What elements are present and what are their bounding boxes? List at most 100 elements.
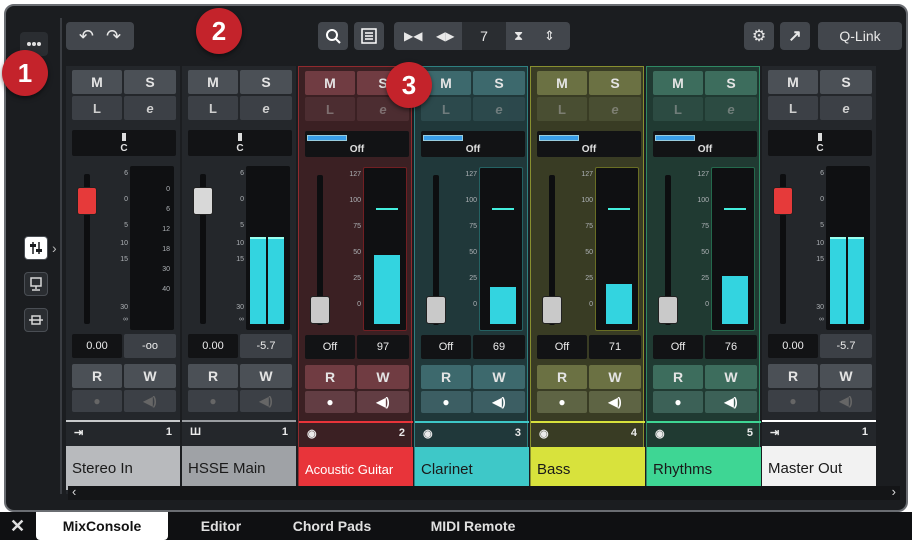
meter-value[interactable]: 69 xyxy=(473,335,525,359)
monitor-button[interactable]: ◀) xyxy=(357,391,409,413)
read-automation-button[interactable]: R xyxy=(768,364,818,388)
read-automation-button[interactable]: R xyxy=(537,365,587,389)
mute-button[interactable]: M xyxy=(188,70,238,94)
faders-icon[interactable] xyxy=(24,236,48,260)
solo-button[interactable]: S xyxy=(124,70,176,94)
solo-button[interactable]: S xyxy=(820,70,872,94)
tab-chord-pads[interactable]: Chord Pads xyxy=(272,512,392,540)
undo-icon[interactable]: ↶ xyxy=(79,26,94,47)
routing-icon[interactable] xyxy=(24,308,48,332)
channel-name[interactable]: Master Out xyxy=(762,446,876,490)
read-automation-button[interactable]: R xyxy=(305,365,355,389)
monitor-icon[interactable] xyxy=(24,272,48,296)
fader-value[interactable]: 0.00 xyxy=(768,334,818,358)
write-automation-button[interactable]: W xyxy=(124,364,176,388)
mute-button[interactable]: M xyxy=(305,71,355,95)
fader-value[interactable]: 0.00 xyxy=(72,334,122,358)
meter-value[interactable]: -oo xyxy=(124,334,176,358)
record-enable-button[interactable]: ● xyxy=(72,390,122,412)
monitor-button[interactable]: ◀) xyxy=(240,390,292,412)
horizontal-scrollbar[interactable]: ‹ › xyxy=(68,484,900,500)
pan-control[interactable]: Off xyxy=(537,131,641,157)
meter-value[interactable]: 97 xyxy=(357,335,409,359)
expand-horizontal-icon[interactable]: ◀▶ xyxy=(436,29,454,43)
listen-button[interactable]: L xyxy=(421,97,471,121)
tab-editor[interactable]: Editor xyxy=(176,512,266,540)
meter-value[interactable]: 71 xyxy=(589,335,641,359)
channel-name[interactable]: Bass xyxy=(531,447,645,491)
fader-value[interactable]: Off xyxy=(305,335,355,359)
channel-count[interactable]: 7 xyxy=(462,22,506,50)
pan-control[interactable]: C xyxy=(768,130,872,156)
edit-button[interactable]: e xyxy=(705,97,757,121)
read-automation-button[interactable]: R xyxy=(653,365,703,389)
write-automation-button[interactable]: W xyxy=(820,364,872,388)
record-enable-button[interactable]: ● xyxy=(188,390,238,412)
chevron-right-icon[interactable]: › xyxy=(892,484,896,499)
solo-button[interactable]: S xyxy=(240,70,292,94)
tab-mixconsole[interactable]: MixConsole xyxy=(36,512,168,540)
read-automation-button[interactable]: R xyxy=(188,364,238,388)
fader-value[interactable]: Off xyxy=(421,335,471,359)
record-enable-button[interactable]: ● xyxy=(768,390,818,412)
record-enable-button[interactable]: ● xyxy=(421,391,471,413)
pan-control[interactable]: Off xyxy=(653,131,757,157)
solo-button[interactable]: S xyxy=(473,71,525,95)
mute-button[interactable]: M xyxy=(653,71,703,95)
listen-button[interactable]: L xyxy=(768,96,818,120)
write-automation-button[interactable]: W xyxy=(240,364,292,388)
fader-value[interactable]: 0.00 xyxy=(188,334,238,358)
pan-control[interactable]: C xyxy=(72,130,176,156)
write-automation-button[interactable]: W xyxy=(705,365,757,389)
fader-value[interactable]: Off xyxy=(653,335,703,359)
pan-control[interactable]: Off xyxy=(421,131,525,157)
listen-button[interactable]: L xyxy=(305,97,355,121)
write-automation-button[interactable]: W xyxy=(589,365,641,389)
list-button[interactable] xyxy=(354,22,384,50)
read-automation-button[interactable]: R xyxy=(421,365,471,389)
pan-control[interactable]: Off xyxy=(305,131,409,157)
redo-icon[interactable]: ↷ xyxy=(106,26,121,47)
solo-button[interactable]: S xyxy=(589,71,641,95)
fader-value[interactable]: Off xyxy=(537,335,587,359)
edit-button[interactable]: e xyxy=(240,96,292,120)
pan-control[interactable]: C xyxy=(188,130,292,156)
external-button[interactable]: ↗ xyxy=(780,22,810,50)
write-automation-button[interactable]: W xyxy=(473,365,525,389)
channel-name[interactable]: Clarinet xyxy=(415,447,529,491)
settings-button[interactable]: ⚙ xyxy=(744,22,774,50)
edit-button[interactable]: e xyxy=(589,97,641,121)
record-enable-button[interactable]: ● xyxy=(305,391,355,413)
channel-name[interactable]: HSSE Main xyxy=(182,446,296,490)
monitor-button[interactable]: ◀) xyxy=(589,391,641,413)
mute-button[interactable]: M xyxy=(72,70,122,94)
shrink-horizontal-icon[interactable]: ▶◀ xyxy=(404,29,422,43)
meter-value[interactable]: 76 xyxy=(705,335,757,359)
monitor-button[interactable]: ◀) xyxy=(705,391,757,413)
close-icon[interactable]: ✕ xyxy=(10,516,25,537)
search-button[interactable] xyxy=(318,22,348,50)
listen-button[interactable]: L xyxy=(72,96,122,120)
channel-name[interactable]: Rhythms xyxy=(647,447,761,491)
edit-button[interactable]: e xyxy=(473,97,525,121)
qlink-button[interactable]: Q-Link xyxy=(818,22,902,50)
mute-button[interactable]: M xyxy=(537,71,587,95)
fit-vertical-icon[interactable]: ⧗ xyxy=(514,28,523,44)
listen-button[interactable]: L xyxy=(188,96,238,120)
meter-value[interactable]: -5.7 xyxy=(240,334,292,358)
monitor-button[interactable]: ◀) xyxy=(473,391,525,413)
monitor-button[interactable]: ◀) xyxy=(124,390,176,412)
up-down-icon[interactable]: ⇕ xyxy=(544,28,555,44)
listen-button[interactable]: L xyxy=(537,97,587,121)
solo-button[interactable]: S xyxy=(705,71,757,95)
listen-button[interactable]: L xyxy=(653,97,703,121)
channel-name[interactable]: Stereo In xyxy=(66,446,180,490)
meter-value[interactable]: -5.7 xyxy=(820,334,872,358)
channel-name[interactable]: Acoustic Guitar xyxy=(299,447,413,491)
tab-midi-remote[interactable]: MIDI Remote xyxy=(400,512,546,540)
chevron-left-icon[interactable]: ‹ xyxy=(72,484,76,499)
edit-button[interactable]: e xyxy=(124,96,176,120)
record-enable-button[interactable]: ● xyxy=(653,391,703,413)
monitor-button[interactable]: ◀) xyxy=(820,390,872,412)
mute-button[interactable]: M xyxy=(768,70,818,94)
